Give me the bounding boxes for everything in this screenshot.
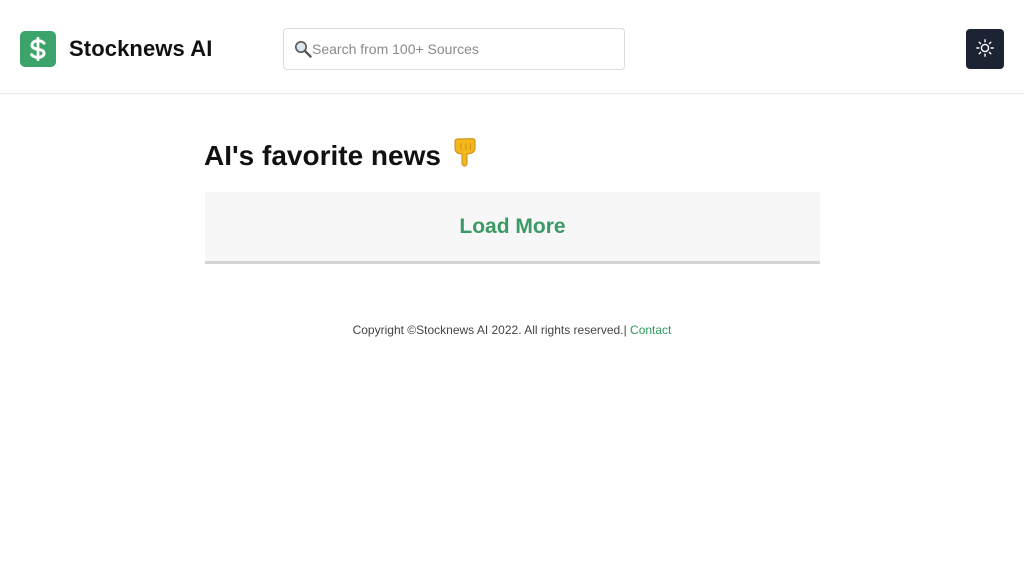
pointing-down-hand-icon [453,137,477,174]
top-header: Stocknews AI [0,0,1024,94]
theme-toggle-button[interactable] [966,29,1004,69]
dollar-sign-icon[interactable] [20,31,56,67]
search-box[interactable] [283,28,625,70]
page-title: AI's favorite news [204,137,477,174]
headline-text: AI's favorite news [204,139,441,171]
load-more-button[interactable]: Load More [205,192,820,264]
magnifier-icon [294,40,312,58]
sun-icon [976,38,994,60]
search-input[interactable] [312,29,617,69]
contact-link[interactable]: Contact [630,323,671,337]
footer: Copyright ©Stocknews AI 2022. All rights… [0,323,1024,337]
copyright-text: Copyright ©Stocknews AI 2022. All rights… [352,323,627,337]
brand-name[interactable]: Stocknews AI [69,36,212,62]
